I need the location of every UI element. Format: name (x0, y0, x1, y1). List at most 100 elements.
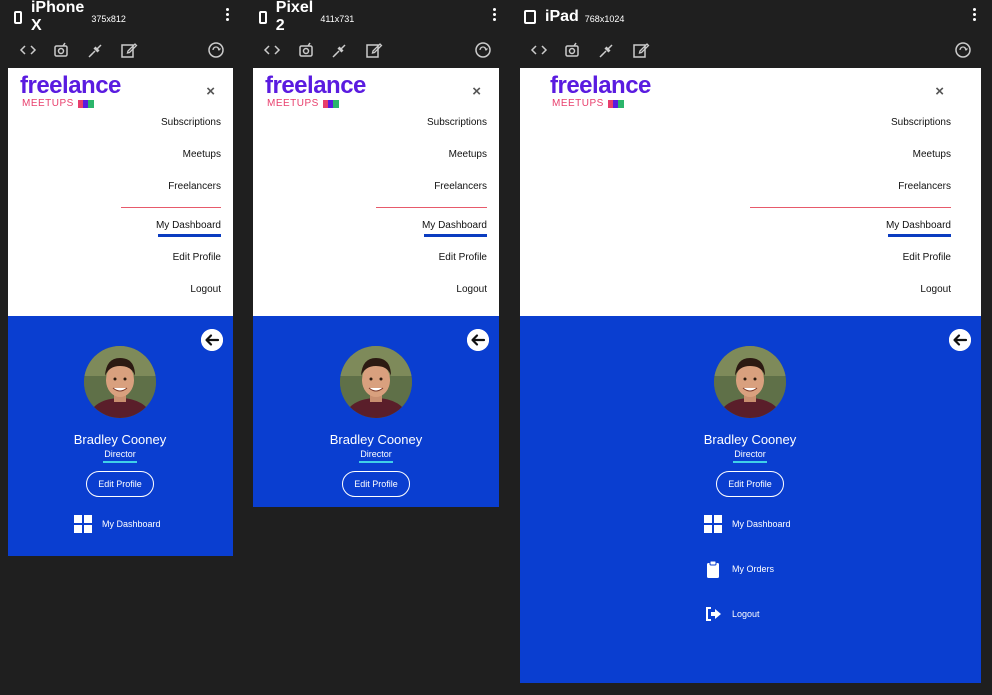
panel-link-logout[interactable]: Logout (704, 605, 760, 623)
menu-item-freelancers[interactable]: Freelancers (434, 181, 487, 192)
camera-icon[interactable] (51, 40, 71, 60)
edit-icon[interactable] (631, 40, 651, 60)
menu-item-my-dashboard[interactable]: My Dashboard (422, 220, 487, 231)
rotate-icon[interactable] (953, 40, 973, 60)
role-underline (359, 461, 393, 463)
edit-icon[interactable] (119, 40, 139, 60)
menu-item-subscriptions[interactable]: Subscriptions (427, 117, 487, 128)
close-icon[interactable]: × (472, 83, 481, 100)
active-indicator (888, 234, 951, 237)
edit-icon[interactable] (364, 40, 384, 60)
code-icon[interactable] (529, 40, 549, 60)
panel-link-my-orders[interactable]: My Orders (704, 560, 774, 578)
people-icon (322, 99, 339, 108)
device-screen: freelance MEETUPS × Subscriptions Meetups Fre… (520, 68, 981, 683)
more-options-icon[interactable] (493, 8, 497, 21)
device-header: iPhone X 375x812 (14, 0, 126, 34)
plug-icon[interactable] (330, 40, 350, 60)
menu-item-meetups[interactable]: Meetups (449, 149, 487, 160)
device-size: 411x731 (320, 14, 355, 24)
profile-panel: Bradley Cooney Director Edit Profile My Das… (520, 316, 981, 683)
panel-link-my-dashboard[interactable]: My Dashboard (704, 515, 791, 533)
menu-item-logout[interactable]: Logout (920, 284, 951, 295)
menu-item-meetups[interactable]: Meetups (183, 149, 221, 160)
back-arrow-icon[interactable] (467, 329, 489, 351)
edit-profile-button[interactable]: Edit Profile (342, 471, 410, 497)
logo-subline: MEETUPS (20, 98, 121, 109)
people-icon (607, 99, 624, 108)
nav-menu: freelance MEETUPS × Subscriptions Meetups Fre… (8, 68, 233, 316)
rotate-icon[interactable] (206, 40, 226, 60)
user-role: Director (360, 449, 392, 459)
logo[interactable]: freelance MEETUPS (20, 72, 121, 110)
close-icon[interactable]: × (935, 83, 944, 100)
code-icon[interactable] (18, 40, 38, 60)
device-header: iPad 768x1024 (524, 6, 624, 28)
menu-item-logout[interactable]: Logout (456, 284, 487, 295)
logo-wordmark: freelance (550, 72, 651, 99)
menu-divider (750, 207, 951, 208)
active-indicator (424, 234, 487, 237)
nav-menu: freelance MEETUPS × Subscriptions Meetups Fre… (253, 68, 499, 316)
rotate-icon[interactable] (473, 40, 493, 60)
menu-item-edit-profile[interactable]: Edit Profile (173, 252, 221, 263)
user-name: Bradley Cooney (329, 432, 423, 447)
menu-item-my-dashboard[interactable]: My Dashboard (886, 220, 951, 231)
device-size: 768x1024 (584, 14, 625, 24)
profile-panel: Bradley Cooney Director Edit Profile My Das… (8, 316, 233, 556)
device-name: iPhone X (30, 0, 85, 34)
device-size: 375x812 (91, 14, 126, 24)
people-icon (77, 99, 94, 108)
close-icon[interactable]: × (206, 83, 215, 100)
logout-icon (704, 605, 722, 623)
logo-wordmark: freelance (265, 72, 366, 99)
edit-profile-button[interactable]: Edit Profile (86, 471, 154, 497)
menu-item-edit-profile[interactable]: Edit Profile (903, 252, 951, 263)
logo-subtitle: MEETUPS (552, 98, 604, 109)
menu-item-my-dashboard[interactable]: My Dashboard (156, 220, 221, 231)
panel-link-my-dashboard[interactable]: My Dashboard (74, 515, 161, 533)
menu-item-freelancers[interactable]: Freelancers (898, 181, 951, 192)
plug-icon[interactable] (597, 40, 617, 60)
menu-item-edit-profile[interactable]: Edit Profile (439, 252, 487, 263)
device-name: Pixel 2 (275, 0, 314, 34)
code-icon[interactable] (262, 40, 282, 60)
back-arrow-icon[interactable] (201, 329, 223, 351)
avatar (84, 346, 156, 418)
camera-icon[interactable] (562, 40, 582, 60)
device-header: Pixel 2 411x731 (259, 0, 355, 34)
camera-icon[interactable] (296, 40, 316, 60)
phone-icon (14, 10, 22, 24)
device-name: iPad (545, 8, 579, 25)
more-options-icon[interactable] (973, 8, 977, 21)
menu-item-meetups[interactable]: Meetups (913, 149, 951, 160)
nav-menu: freelance MEETUPS × Subscriptions Meetups Fre… (520, 68, 981, 316)
avatar (714, 346, 786, 418)
plug-icon[interactable] (86, 40, 106, 60)
menu-divider (121, 207, 221, 208)
role-underline (103, 461, 137, 463)
menu-divider (376, 207, 487, 208)
user-name: Bradley Cooney (703, 432, 797, 447)
logo[interactable]: freelance MEETUPS (265, 72, 366, 110)
menu-item-logout[interactable]: Logout (190, 284, 221, 295)
edit-profile-button[interactable]: Edit Profile (716, 471, 784, 497)
logo-subtitle: MEETUPS (267, 98, 319, 109)
device-screen: freelance MEETUPS × Subscriptions Meetups Fre… (253, 68, 499, 507)
tablet-icon (524, 10, 536, 24)
menu-item-freelancers[interactable]: Freelancers (168, 181, 221, 192)
back-arrow-icon[interactable] (949, 329, 971, 351)
more-options-icon[interactable] (226, 8, 230, 21)
dashboard-icon (74, 515, 92, 533)
phone-icon (259, 10, 267, 24)
menu-item-subscriptions[interactable]: Subscriptions (891, 117, 951, 128)
panel-link-label: My Dashboard (102, 519, 161, 529)
user-role: Director (734, 449, 766, 459)
logo-wordmark: freelance (20, 72, 121, 99)
logo[interactable]: freelance MEETUPS (550, 72, 651, 110)
menu-item-subscriptions[interactable]: Subscriptions (161, 117, 221, 128)
clipboard-icon (704, 560, 722, 578)
panel-link-label: My Dashboard (732, 519, 791, 529)
role-underline (733, 461, 767, 463)
active-indicator (158, 234, 221, 237)
